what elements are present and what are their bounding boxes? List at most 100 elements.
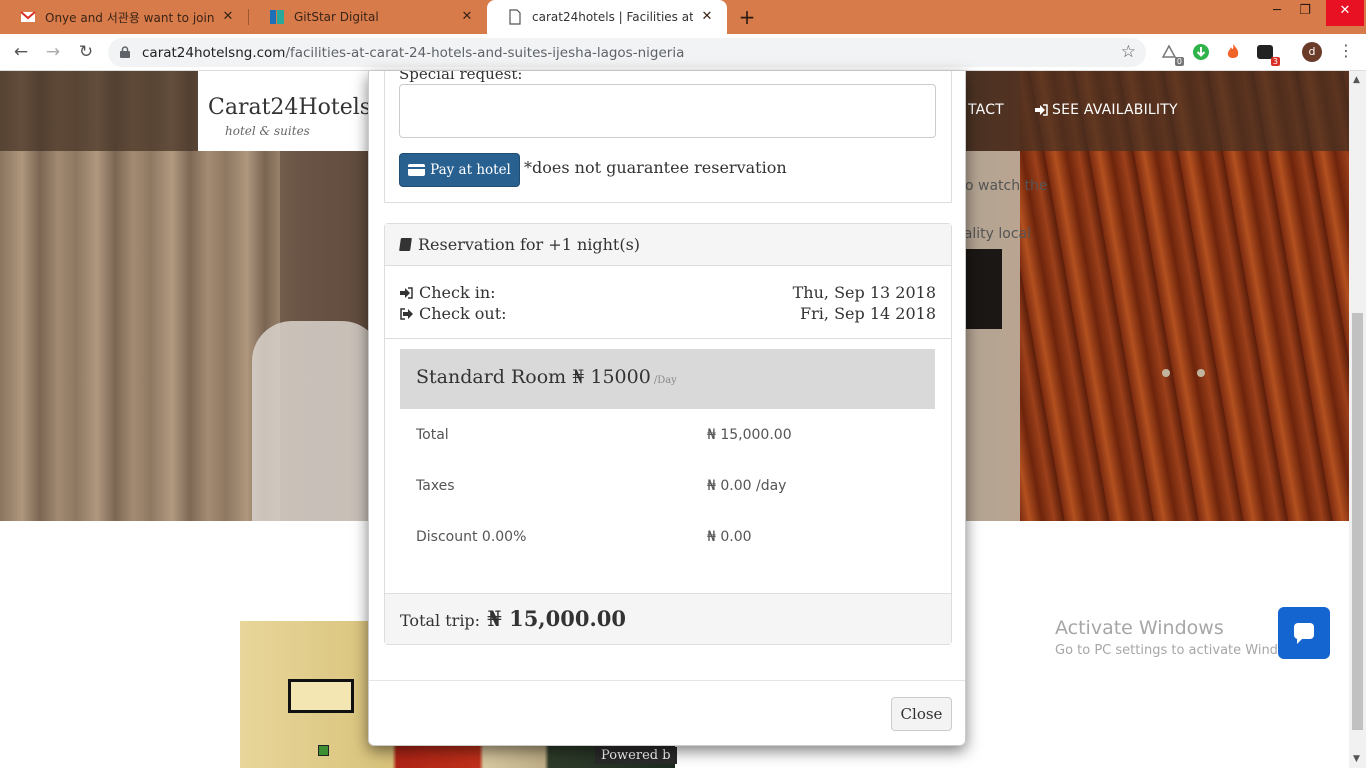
brand-tagline: hotel & suites <box>225 124 310 138</box>
info-card-text: o watch the <box>965 178 1048 194</box>
chat-bubble-icon <box>1294 623 1314 644</box>
cost-label-taxes: Taxes <box>416 478 455 494</box>
cost-value-taxes: ₦ 0.00 /day <box>707 478 787 494</box>
tab-gitstar[interactable]: GitStar Digital ✕ <box>249 0 487 34</box>
powered-by-label: Powered b <box>595 747 677 764</box>
nav-contact-link[interactable]: TACT <box>968 102 1004 118</box>
total-trip: Total trip: ₦ 15,000.00 <box>400 606 626 631</box>
pay-at-hotel-button[interactable]: Pay at hotel <box>399 153 520 187</box>
activate-windows-title: Activate Windows <box>1055 617 1224 639</box>
url-text: carat24hotelsng.com/facilities-at-carat-… <box>142 45 684 61</box>
wall-image <box>965 151 1025 521</box>
reservation-panel-heading: Reservation for +1 night(s) <box>385 224 951 266</box>
modal-footer-divider <box>369 680 965 681</box>
cost-value-discount: ₦ 0.00 <box>707 529 752 545</box>
activate-windows-watermark: Activate Windows Go to PC settings to ac… <box>1055 617 1307 658</box>
book-icon <box>399 238 412 251</box>
total-trip-value: ₦ 15,000.00 <box>487 606 626 631</box>
room-title: Standard Room ₦ 15000/Day <box>416 366 677 388</box>
light-switch-image <box>318 745 329 756</box>
cost-label-total: Total <box>416 427 449 443</box>
special-request-label: Special request: <box>399 71 523 83</box>
check-in-row: Check in: Thu, Sep 13 2018 <box>400 283 936 302</box>
room-name: Standard Room <box>416 366 567 388</box>
minimize-icon[interactable]: ─ <box>1262 0 1292 26</box>
tab-title: carat24hotels | Facilities at carat2 <box>532 10 693 24</box>
gmail-icon <box>20 11 36 22</box>
tv-image <box>966 249 1002 329</box>
browser-tab-strip: Onye and 서관용 want to join yo ✕ GitStar D… <box>0 0 1366 34</box>
divider <box>385 338 951 339</box>
reload-icon[interactable]: ↻ <box>75 41 97 63</box>
url-host: carat24hotelsng.com <box>142 45 286 61</box>
chair-image <box>252 321 382 521</box>
room-price: ₦ 15000 <box>572 366 651 388</box>
check-in-date: Thu, Sep 13 2018 <box>792 283 936 302</box>
reservation-title: Reservation for +1 night(s) <box>399 235 641 254</box>
sign-in-icon <box>400 286 413 299</box>
forward-arrow-icon[interactable]: → <box>42 41 64 63</box>
extension-badge: 3 <box>1270 57 1280 66</box>
brand-name: Carat24Hotels <box>208 95 372 120</box>
bookmark-star-icon[interactable]: ☆ <box>1121 42 1136 62</box>
panel-border <box>951 71 952 202</box>
url-path: /facilities-at-carat-24-hotels-and-suite… <box>285 45 685 61</box>
chat-widget-button[interactable] <box>1278 607 1330 659</box>
page-scrollbar[interactable]: ▲ ▼ <box>1349 71 1366 768</box>
kebab-menu-icon[interactable]: ⋮ <box>1338 41 1354 61</box>
flame-icon[interactable] <box>1224 43 1242 61</box>
panel-border <box>384 202 952 203</box>
cost-value-total: ₦ 15,000.00 <box>707 427 792 443</box>
browser-toolbar: ← → ↻ carat24hotelsng.com/facilities-at-… <box>0 34 1366 71</box>
window-close-icon[interactable]: ✕ <box>1326 0 1364 26</box>
special-request-field[interactable] <box>399 84 936 138</box>
close-button[interactable]: Close <box>891 697 952 731</box>
check-in-label: Check in: <box>419 283 496 302</box>
brand-logo[interactable]: Carat24Hotels hotel & suites <box>198 71 372 151</box>
page-icon <box>509 9 521 25</box>
tab-gmail[interactable]: Onye and 서관용 want to join yo ✕ <box>0 0 248 34</box>
check-out-label: Check out: <box>419 304 507 323</box>
scroll-up-arrow-icon[interactable]: ▲ <box>1353 75 1360 85</box>
scrollbar-thumb[interactable] <box>1352 313 1363 730</box>
extension-a-icon[interactable]: 0 <box>1160 43 1184 66</box>
extension-b-icon[interactable]: 3 <box>1256 43 1280 66</box>
booking-modal: Special request: Pay at hotel *does not … <box>368 71 966 746</box>
extension-badge: 0 <box>1174 57 1184 66</box>
panel-border <box>384 71 385 202</box>
tab-title: Onye and 서관용 want to join yo <box>45 10 214 25</box>
tab-title: GitStar Digital <box>294 10 379 24</box>
picture-frame-image <box>288 679 354 713</box>
close-icon[interactable]: ✕ <box>459 9 475 25</box>
check-out-row: Check out: Fri, Sep 14 2018 <box>400 304 936 323</box>
nav-see-availability-label: SEE AVAILABILITY <box>1052 102 1178 118</box>
check-out-date: Fri, Sep 14 2018 <box>800 304 936 323</box>
wardrobe-knob <box>1162 369 1170 377</box>
close-icon[interactable]: ✕ <box>699 9 715 25</box>
wardrobe-knob <box>1197 369 1205 377</box>
address-bar[interactable]: carat24hotelsng.com/facilities-at-carat-… <box>108 38 1146 67</box>
lock-icon <box>120 46 130 58</box>
reservation-summary-panel: Reservation for +1 night(s) Check in: Th… <box>384 223 952 645</box>
restore-icon[interactable]: ❐ <box>1290 0 1320 26</box>
sign-out-icon <box>400 307 413 320</box>
reservation-disclaimer: *does not guarantee reservation <box>524 158 787 177</box>
close-icon[interactable]: ✕ <box>220 9 236 25</box>
pay-at-hotel-label: Pay at hotel <box>430 162 511 178</box>
activate-windows-subtitle: Go to PC settings to activate Windows. <box>1055 643 1308 658</box>
total-trip-label: Total trip: <box>400 611 481 630</box>
room-summary: Standard Room ₦ 15000/Day <box>400 349 935 409</box>
reservation-title-text: Reservation for +1 night(s) <box>418 235 641 254</box>
room-price-unit: /Day <box>653 375 677 386</box>
gitstar-icon <box>270 10 284 24</box>
tab-carat24hotels[interactable]: carat24hotels | Facilities at carat2 ✕ <box>487 0 727 34</box>
scroll-down-arrow-icon[interactable]: ▼ <box>1353 754 1360 764</box>
back-arrow-icon[interactable]: ← <box>10 41 32 63</box>
credit-card-icon <box>408 164 426 176</box>
sign-in-icon <box>1035 104 1048 116</box>
profile-avatar[interactable]: d <box>1302 42 1322 62</box>
nav-see-availability-link[interactable]: SEE AVAILABILITY <box>1035 102 1178 118</box>
new-tab-button[interactable]: + <box>736 6 758 28</box>
download-icon[interactable] <box>1192 43 1210 61</box>
reservation-panel-footer: Total trip: ₦ 15,000.00 <box>385 593 951 644</box>
